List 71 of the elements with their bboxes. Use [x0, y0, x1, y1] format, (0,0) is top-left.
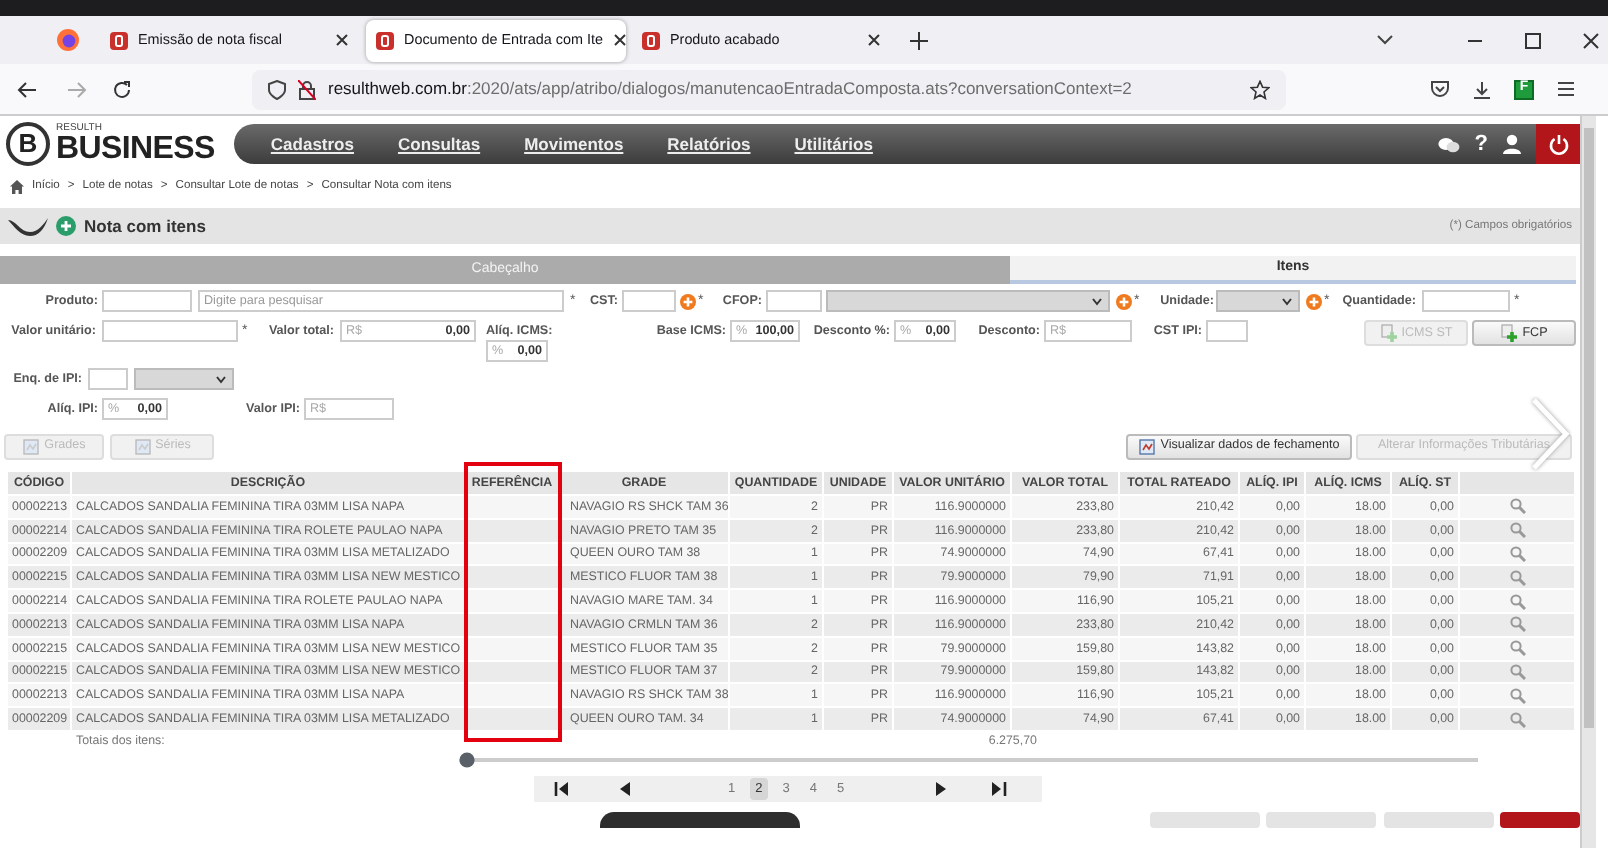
search-icon[interactable]: [1509, 616, 1525, 633]
favicon-icon: [642, 31, 660, 49]
download-icon[interactable]: [1472, 79, 1492, 99]
page-title: Nota com itens: [84, 213, 206, 239]
add-icon[interactable]: [1306, 293, 1322, 309]
add-document-icon: [1500, 324, 1519, 342]
input-field[interactable]: [622, 290, 676, 312]
logo-name: BUSINESS: [56, 133, 215, 165]
input-field[interactable]: [766, 290, 822, 312]
address-bar[interactable]: resulthweb.com.br:2020/ats/app/atribo/dialogos/manutencaoEntradaComposta.ats?conversationContext=2: [252, 69, 1286, 109]
caret-icon: [216, 375, 226, 383]
user-icon[interactable]: [1502, 134, 1522, 154]
star-icon[interactable]: [1250, 79, 1270, 99]
footer-button[interactable]: [600, 811, 800, 828]
horizontal-scrollbar[interactable]: [458, 751, 1482, 768]
input-field[interactable]: [1422, 290, 1510, 312]
menu-item[interactable]: Utilitários: [774, 131, 893, 157]
back-icon[interactable]: [16, 79, 38, 99]
input-field[interactable]: [102, 320, 238, 342]
menu-item[interactable]: Cadastros: [250, 131, 374, 157]
shield-icon: [268, 79, 286, 99]
scrollbar[interactable]: [1580, 116, 1596, 848]
caret-icon: [1092, 297, 1102, 305]
add-icon[interactable]: [56, 216, 76, 236]
close-icon[interactable]: [334, 32, 350, 48]
previous-page-icon[interactable]: [618, 781, 630, 796]
menu-item[interactable]: Movimentos: [504, 131, 644, 157]
chat-icon[interactable]: [1438, 135, 1461, 153]
caret-icon: [1282, 297, 1292, 305]
input-field[interactable]: [88, 368, 128, 390]
url-text: resulthweb.com.br:2020/ats/app/atribo/dialogos/manutencaoEntradaComposta.ats?conversationContext=2: [328, 76, 1132, 102]
forward-icon: [66, 79, 88, 99]
help-button[interactable]: ?: [1474, 127, 1488, 161]
chevron-down-icon[interactable]: [1376, 34, 1394, 46]
firefox-icon[interactable]: [56, 28, 80, 52]
search-icon[interactable]: [1509, 593, 1525, 610]
search-icon[interactable]: [1509, 569, 1525, 586]
home-icon[interactable]: [10, 179, 24, 193]
input-field[interactable]: [1206, 320, 1248, 342]
search-icon[interactable]: [1509, 522, 1525, 539]
favicon-icon: [110, 31, 128, 49]
close-icon[interactable]: [1582, 31, 1600, 49]
search-icon[interactable]: [1509, 640, 1525, 657]
power-icon: [1547, 133, 1569, 155]
close-icon[interactable]: [612, 32, 629, 48]
power-button[interactable]: [1536, 124, 1580, 164]
search-icon[interactable]: [1509, 545, 1525, 562]
add-icon[interactable]: [680, 293, 696, 309]
search-icon[interactable]: [1509, 498, 1525, 515]
menu-icon[interactable]: [1556, 80, 1576, 98]
next-page-icon[interactable]: [936, 781, 949, 796]
new-tab-icon[interactable]: [910, 31, 928, 49]
logo-mark: B: [6, 122, 50, 166]
search-icon[interactable]: [1509, 711, 1525, 728]
close-icon[interactable]: [866, 32, 882, 48]
maximize-icon[interactable]: [1524, 31, 1542, 49]
bird-logo-icon: [8, 216, 48, 236]
lock-warning-icon: [298, 79, 316, 99]
add-icon[interactable]: [1116, 293, 1132, 309]
add-document-icon: [1379, 324, 1398, 342]
search-icon[interactable]: [1509, 663, 1525, 680]
favicon-icon: [376, 31, 394, 49]
reload-icon[interactable]: [112, 79, 132, 99]
pocket-icon[interactable]: [1430, 80, 1450, 98]
search-icon[interactable]: [1509, 687, 1525, 704]
last-page-icon[interactable]: [992, 781, 1009, 796]
menu-item[interactable]: Relatórios: [647, 131, 771, 157]
input-field[interactable]: [102, 290, 192, 312]
menu-item[interactable]: Consultas: [377, 131, 501, 157]
footer-button[interactable]: [1500, 811, 1580, 828]
first-page-icon[interactable]: [554, 781, 570, 796]
